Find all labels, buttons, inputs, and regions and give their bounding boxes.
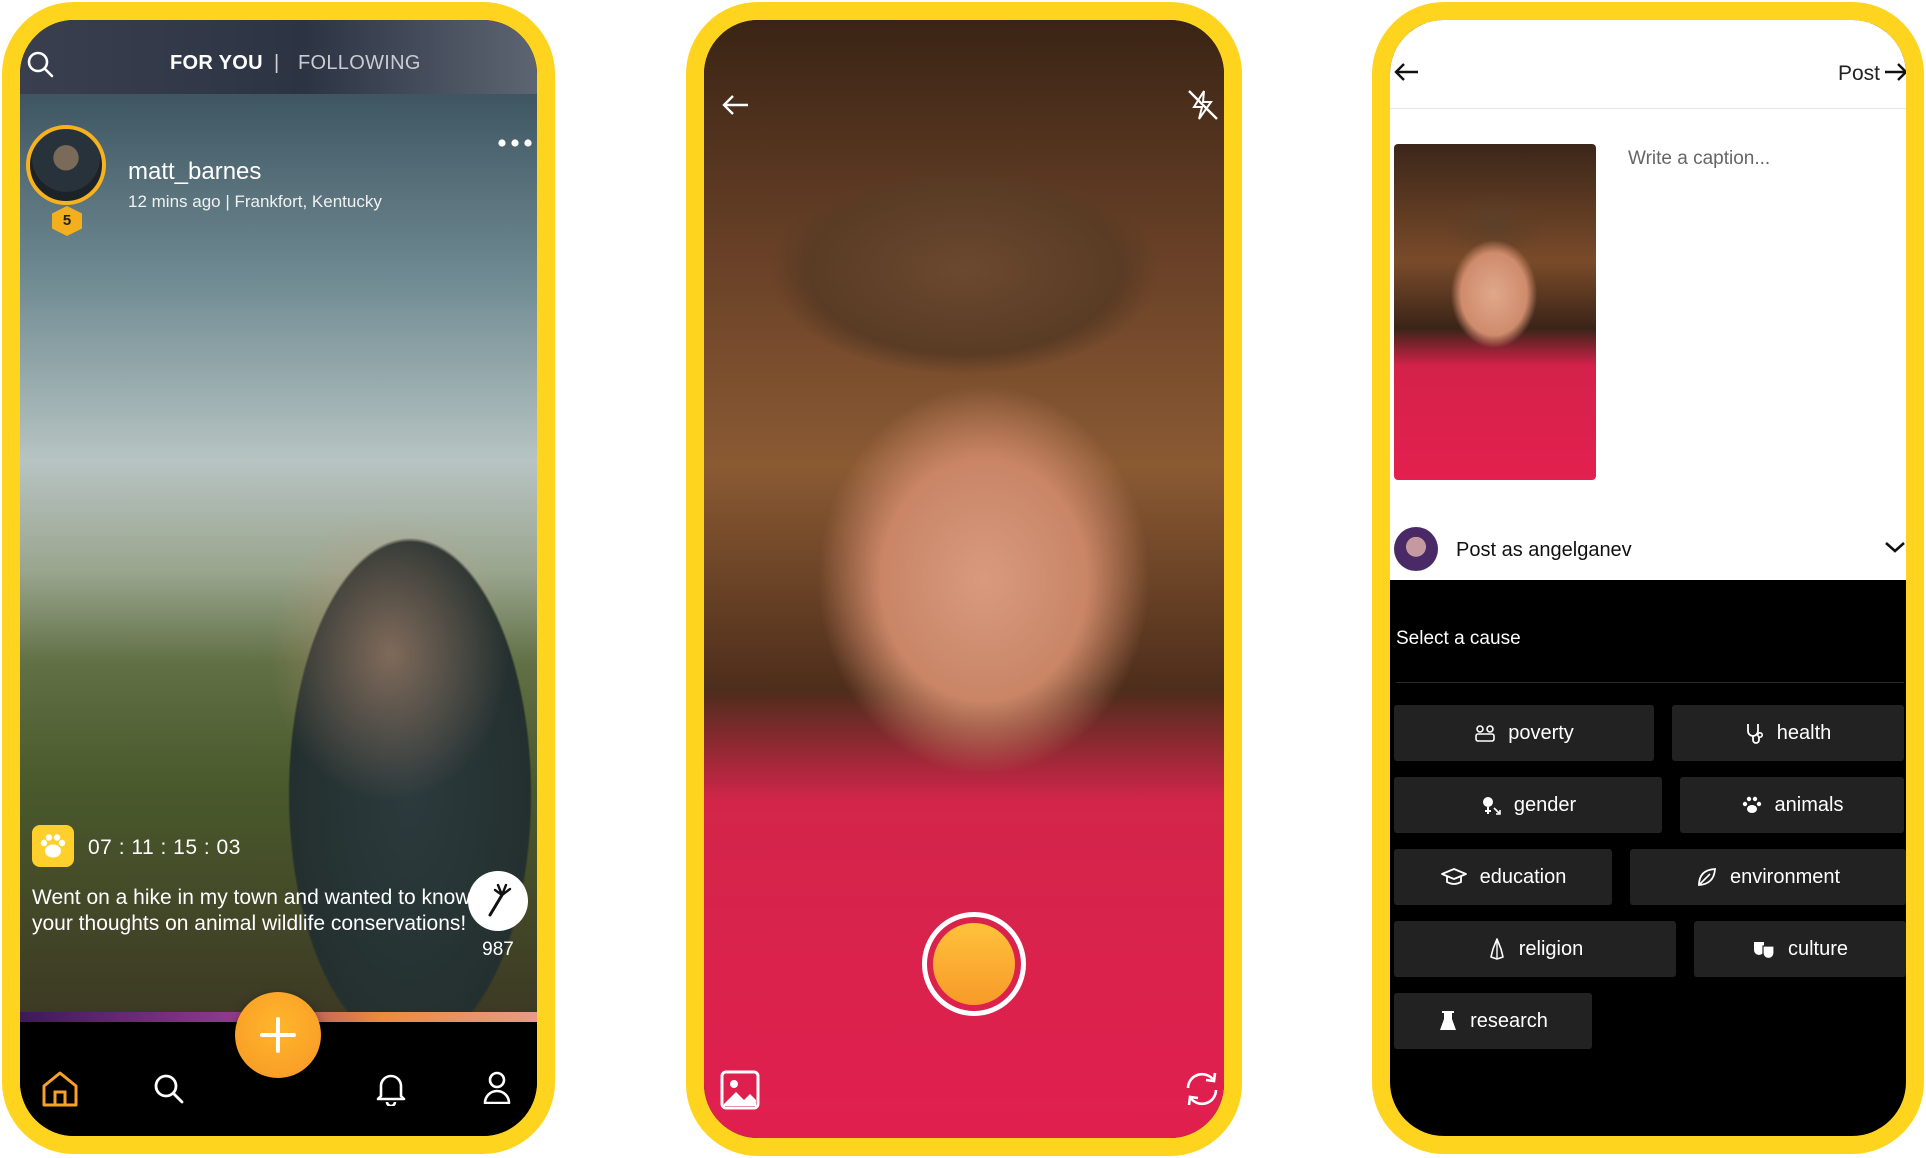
video-thumbnail[interactable] [1394, 144, 1596, 480]
home-icon[interactable] [40, 1070, 80, 1108]
add-post-button[interactable] [235, 992, 321, 1078]
more-options-icon[interactable] [497, 138, 533, 148]
tab-separator: | [274, 52, 280, 74]
feed-top-bar: FOR YOU | FOLLOWING [20, 20, 537, 94]
praying-hands-icon [1489, 938, 1504, 960]
countdown-timer: 07 : 11 : 15 : 03 [88, 836, 241, 859]
cause-label: poverty [1508, 721, 1574, 744]
account-avatar [1394, 527, 1438, 571]
gallery-icon[interactable] [720, 1070, 760, 1110]
back-arrow-icon[interactable] [722, 94, 750, 116]
cause-animals[interactable]: animals [1680, 777, 1904, 833]
people-icon [1475, 725, 1496, 742]
post-button-label[interactable]: Post [1838, 62, 1880, 86]
cause-education[interactable]: education [1394, 849, 1612, 905]
cause-religion[interactable]: religion [1394, 921, 1676, 977]
post-photo[interactable] [20, 94, 537, 1012]
tab-following[interactable]: FOLLOWING [298, 52, 421, 75]
cause-label: culture [1787, 937, 1849, 960]
camera-phone [686, 2, 1242, 1156]
paw-icon [1742, 796, 1761, 813]
back-arrow-icon[interactable] [1394, 62, 1420, 82]
cause-label: animals [1774, 793, 1844, 816]
feed-phone: FOR YOU | FOLLOWING 5 matt_barnes 12 min… [2, 2, 555, 1154]
leaf-icon [1698, 868, 1716, 886]
cause-environment[interactable]: environment [1630, 849, 1906, 905]
header-divider [1390, 108, 1906, 109]
cause-label: gender [1513, 793, 1577, 816]
new-post-screen: Post Write a caption... Post as angelgan… [1390, 20, 1906, 1136]
cause-label: research [1470, 1009, 1548, 1032]
new-post-phone: Post Write a caption... Post as angelgan… [1372, 2, 1924, 1154]
flash-off-icon[interactable] [1186, 88, 1220, 122]
forward-arrow-icon[interactable] [1884, 62, 1906, 82]
theater-masks-icon [1753, 942, 1775, 959]
cause-label: education [1479, 865, 1567, 888]
post-meta: 12 mins ago | Frankfort, Kentucky [128, 192, 382, 211]
cause-divider [1396, 682, 1904, 683]
flask-icon [1440, 1011, 1457, 1030]
feed-screen: FOR YOU | FOLLOWING 5 matt_barnes 12 min… [20, 20, 537, 1136]
post-username[interactable]: matt_barnes [128, 158, 261, 186]
cause-research[interactable]: research [1394, 993, 1592, 1049]
gender-icon [1482, 797, 1501, 815]
graduation-cap-icon [1440, 868, 1467, 885]
cause-poverty[interactable]: poverty [1394, 705, 1654, 761]
chevron-down-icon[interactable] [1884, 540, 1906, 554]
profile-icon[interactable] [482, 1070, 512, 1104]
record-button[interactable] [933, 923, 1015, 1005]
bell-icon[interactable] [375, 1070, 407, 1106]
post-caption: Went on a hike in my town and wanted to … [32, 886, 471, 935]
tab-for-you[interactable]: FOR YOU [170, 52, 263, 75]
switch-camera-icon[interactable] [1182, 1070, 1222, 1108]
cause-label: environment [1729, 865, 1841, 888]
like-button[interactable] [468, 871, 528, 931]
search-icon[interactable] [26, 50, 54, 78]
cause-health[interactable]: health [1672, 705, 1904, 761]
cause-label: health [1776, 721, 1832, 744]
like-count: 987 [482, 939, 514, 960]
cause-gender[interactable]: gender [1394, 777, 1662, 833]
cause-label: religion [1518, 937, 1584, 960]
stethoscope-icon [1746, 724, 1763, 744]
search-icon[interactable] [152, 1072, 184, 1104]
avatar[interactable] [26, 125, 106, 205]
cause-culture[interactable]: culture [1694, 921, 1906, 977]
camera-screen [704, 20, 1224, 1138]
post-form: Post Write a caption... Post as angelgan… [1390, 20, 1906, 580]
select-cause-heading: Select a cause [1396, 628, 1521, 649]
paw-icon [32, 825, 74, 867]
post-as-selector[interactable]: Post as angelganev [1456, 539, 1632, 562]
caption-input[interactable]: Write a caption... [1628, 148, 1770, 170]
